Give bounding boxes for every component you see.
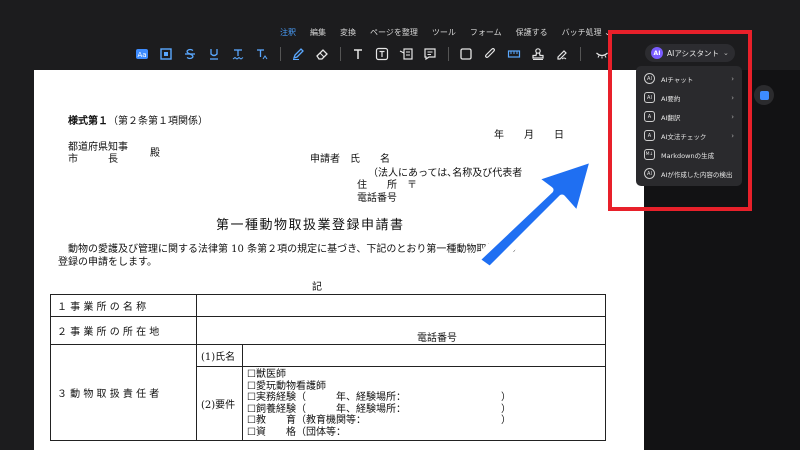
blue-arrow-annotation — [472, 154, 598, 274]
requirement-item[interactable]: ☐飼養経験（ 年、経験場所： ） — [247, 404, 601, 416]
signature-icon[interactable] — [554, 46, 570, 62]
measure-icon[interactable] — [506, 46, 522, 62]
business-address-field[interactable]: 電話番号 — [196, 316, 606, 345]
ai-panel-tab-icon[interactable] — [754, 85, 774, 105]
form-number: 様式第１（第２条第１項関係） — [68, 116, 208, 128]
row-label-business-address: ２ 事 業 所 の 所 在 地 — [50, 316, 197, 345]
area-select-icon[interactable] — [158, 46, 174, 62]
requirement-item[interactable]: ☐獣医師 — [247, 369, 601, 381]
address-label: 住 所 〒 — [357, 180, 417, 191]
responsible-name-field[interactable] — [242, 344, 606, 367]
toolbar-divider — [280, 47, 281, 61]
requirement-item[interactable]: ☐実務経験（ 年、経験場所： ） — [247, 392, 601, 404]
ki-label: 記 — [312, 282, 322, 293]
pdf-editor-window: 注釈 編集 変換 ページを整理 ツール フォーム 保護する バッチ処理 ⌄ Aa — [0, 0, 800, 450]
annotation-toolbar: Aa — [128, 42, 648, 66]
requirement-item[interactable]: ☐資 格（団体等： — [247, 427, 601, 439]
toolbar-divider — [580, 47, 581, 61]
rectangle-icon[interactable] — [458, 46, 474, 62]
requirement-item[interactable]: ☐愛玩動物看護師 — [247, 381, 601, 393]
pen-icon[interactable] — [290, 46, 306, 62]
toolbar-divider — [340, 47, 341, 61]
menu-batch-label: バッチ処理 — [561, 28, 602, 37]
form-number-bold: 様式第１ — [68, 116, 108, 127]
row-label-business-name: １ 事 業 所 の 名 称 — [50, 294, 197, 317]
requirements-list: ☐獣医師 ☐愛玩動物看護師 ☐実務経験（ 年、経験場所： ） ☐飼養経験（ 年、… — [242, 366, 606, 441]
main-menu-bar: 注釈 編集 変換 ページを整理 ツール フォーム 保護する バッチ処理 ⌄ — [280, 26, 611, 40]
body-text-line-1: 動物の愛護及び管理に関する法律第 10 条第２項の規定に基づき、下記のとおり第一… — [68, 244, 517, 255]
table-row: １ 事 業 所 の 名 称 — [50, 294, 606, 317]
table-row: ３ 動 物 取 扱 責 任 者 (1)氏名 — [50, 344, 606, 441]
squiggly-icon[interactable] — [230, 46, 246, 62]
caret-text-icon[interactable] — [254, 46, 270, 62]
toolbar-divider — [448, 47, 449, 61]
name-label: (1)氏名 — [196, 344, 243, 367]
document-title: 第一種動物取扱業登録申請書 — [216, 218, 405, 233]
row-label-responsible-person: ３ 動 物 取 扱 責 任 者 — [50, 344, 197, 441]
form-number-note: （第２条第１項関係） — [108, 116, 208, 127]
addressee-governor: 都道府県知事 — [68, 142, 128, 153]
stamp-icon[interactable] — [530, 46, 546, 62]
red-highlight-box — [608, 30, 752, 211]
applicant-name-label: 申請者 氏 名 — [310, 154, 390, 165]
text-icon[interactable] — [350, 46, 366, 62]
menu-edit[interactable]: 編集 — [310, 26, 326, 40]
menu-tools[interactable]: ツール — [432, 26, 456, 40]
table-row: ２ 事 業 所 の 所 在 地 電話番号 — [50, 316, 606, 345]
eraser-icon[interactable] — [314, 46, 330, 62]
business-name-field[interactable] — [196, 294, 606, 317]
svg-text:Aa: Aa — [137, 51, 146, 59]
menu-convert[interactable]: 変換 — [340, 26, 356, 40]
underline-icon[interactable] — [206, 46, 222, 62]
menu-batch[interactable]: バッチ処理 ⌄ — [562, 26, 611, 40]
phone-number-label: 電話番号 — [417, 333, 457, 344]
date-line: 年 月 日 — [494, 130, 564, 141]
panel-icon — [759, 90, 769, 100]
requirement-item[interactable]: ☐教 育（教育機関等： ） — [247, 415, 601, 427]
note-icon[interactable] — [422, 46, 438, 62]
menu-forms[interactable]: フォーム — [470, 26, 502, 40]
textbox-icon[interactable] — [374, 46, 390, 62]
phone-label: 電話番号 — [357, 193, 397, 204]
addressee-mayor: 市 長 — [68, 154, 118, 165]
attachment-icon[interactable] — [482, 46, 498, 62]
callout-icon[interactable] — [398, 46, 414, 62]
honorific: 殿 — [150, 148, 160, 159]
strikethrough-icon[interactable] — [182, 46, 198, 62]
menu-protect[interactable]: 保護する — [516, 26, 548, 40]
requirements-label: (2)要件 — [196, 366, 243, 441]
menu-annotate[interactable]: 注釈 — [280, 26, 296, 40]
body-text-line-2: 登録の申請をします。 — [58, 257, 157, 268]
application-form-table: １ 事 業 所 の 名 称 ２ 事 業 所 の 所 在 地 電話番号 ３ 動 物… — [50, 294, 606, 441]
text-highlight-icon[interactable]: Aa — [134, 46, 150, 62]
menu-organize-pages[interactable]: ページを整理 — [370, 26, 418, 40]
